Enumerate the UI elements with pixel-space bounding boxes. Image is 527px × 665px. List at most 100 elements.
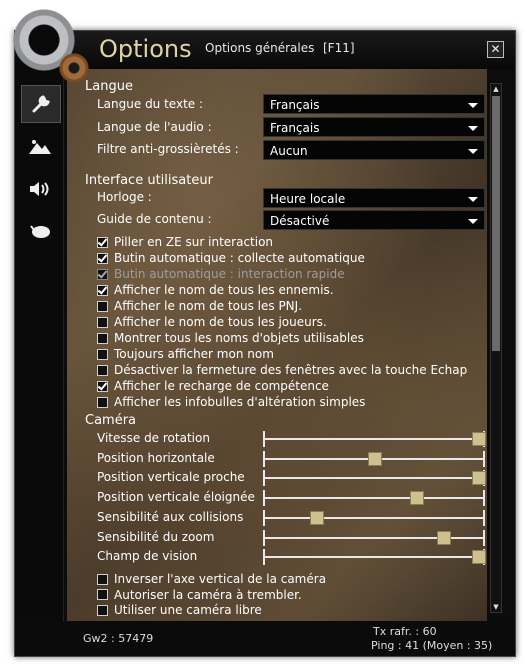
close-button[interactable]: ✕ (487, 41, 504, 58)
chevron-down-icon (468, 197, 478, 202)
checkbox-box[interactable] (97, 348, 108, 360)
sidebar (15, 69, 64, 656)
checkbox-box[interactable] (97, 284, 108, 296)
audio-language-dropdown[interactable]: Français (263, 117, 485, 137)
checkbox-label: Afficher le nom de tous les ennemis. (114, 283, 334, 297)
build-number: Gw2 : 57479 (83, 632, 154, 645)
checkbox-box[interactable] (97, 316, 108, 328)
slider-max-tick (483, 450, 485, 467)
chevron-down-icon (468, 149, 478, 154)
hotkey-label: [F11] (323, 41, 355, 55)
checkbox-label: Afficher le nom de tous les joueurs. (114, 315, 327, 329)
slider-label: Champ de vision (97, 549, 198, 564)
slider-label: Position verticale proche (97, 470, 245, 485)
interface-checkbox[interactable]: Butin automatique : collecte automatique (97, 251, 365, 265)
checkbox-box[interactable] (97, 332, 108, 344)
section-interface: Interface utilisateur (85, 173, 213, 188)
checkbox-label: Utiliser une caméra libre (114, 603, 262, 617)
tab-sound[interactable] (21, 171, 59, 207)
slider-track[interactable] (263, 549, 487, 566)
text-language-dropdown[interactable]: Français (263, 94, 485, 114)
slider-track[interactable] (263, 509, 485, 526)
fps-readout: Tx rafr. : 60 (373, 625, 437, 638)
checkbox-box[interactable] (97, 236, 108, 248)
slider-label: Sensibilité du zoom (97, 529, 215, 544)
audio-language-value: Français (270, 121, 320, 135)
text-language-label: Langue du texte : (97, 97, 204, 111)
mountain-icon (29, 140, 51, 154)
scrollbar[interactable]: ▲ ▼ (490, 83, 502, 613)
profanity-filter-dropdown[interactable]: Aucun (263, 140, 485, 160)
slider-thumb[interactable] (472, 550, 487, 565)
slider-thumb[interactable] (436, 530, 451, 545)
checkbox-box[interactable] (97, 252, 108, 264)
interface-checkbox[interactable]: Toujours afficher mon nom (97, 347, 274, 361)
interface-checkbox[interactable]: Afficher le nom de tous les PNJ. (97, 299, 302, 313)
text-language-value: Français (270, 98, 320, 112)
scroll-thumb[interactable] (492, 96, 500, 351)
slider-min-tick (263, 470, 265, 487)
window-title: Options (99, 35, 192, 63)
camera-checkbox[interactable]: Utiliser une caméra libre (97, 603, 262, 617)
options-window: Options Options générales [F11] ✕ Langue… (9, 5, 516, 657)
slider-label: Position horizontale (97, 450, 215, 465)
profanity-filter-value: Aucun (270, 144, 308, 158)
camera-checkbox[interactable]: Autoriser la caméra à trembler. (97, 588, 302, 602)
checkbox-box[interactable] (97, 364, 108, 376)
checkbox-box[interactable] (97, 573, 108, 585)
interface-checkbox[interactable]: Afficher le nom de tous les ennemis. (97, 283, 334, 297)
slider-thumb[interactable] (472, 471, 487, 486)
slider-track[interactable] (263, 490, 485, 507)
tab-graphics[interactable] (21, 129, 59, 165)
content-guide-dropdown[interactable]: Désactivé (263, 210, 485, 230)
interface-checkbox[interactable]: Piller en ZE sur interaction (97, 235, 273, 249)
interface-checkbox[interactable]: Montrer tous les noms d'objets utilisabl… (97, 331, 364, 345)
checkbox-label: Désactiver la fermeture des fenêtres ave… (114, 363, 468, 377)
chevron-down-icon (468, 103, 478, 108)
interface-checkbox[interactable]: Afficher le recharge de compétence (97, 379, 329, 393)
slider-min-tick (263, 490, 265, 507)
slider-label: Vitesse de rotation (97, 431, 210, 445)
tab-controls[interactable] (21, 213, 59, 249)
slider-min-tick (263, 450, 265, 467)
slider-min-tick (263, 509, 265, 526)
interface-checkbox: Butin automatique : interaction rapide (97, 267, 345, 281)
slider-thumb[interactable] (410, 491, 425, 506)
checkbox-label: Inverser l'axe vertical de la caméra (114, 572, 327, 586)
ping-readout: Ping : 41 (Moyen : 35) (371, 639, 493, 652)
checkbox-label: Butin automatique : interaction rapide (114, 267, 345, 281)
checkbox-box[interactable] (97, 300, 108, 312)
slider-track[interactable] (263, 529, 485, 546)
slider-min-tick (263, 529, 265, 546)
checkbox-box[interactable] (97, 380, 108, 392)
title-bar[interactable]: Options Options générales [F11] ✕ (15, 31, 515, 69)
checkbox-box[interactable] (97, 604, 108, 616)
checkbox-box[interactable] (97, 589, 108, 600)
interface-checkbox[interactable]: Afficher le nom de tous les joueurs. (97, 315, 327, 329)
camera-checkbox[interactable]: Inverser l'axe vertical de la caméra (97, 572, 326, 586)
slider-thumb[interactable] (310, 510, 325, 525)
checkbox-label: Afficher le recharge de compétence (114, 379, 329, 393)
footer: Gw2 : 57479 Tx rafr. : 60 Ping : 41 (Moy… (15, 621, 515, 656)
clock-value: Heure locale (270, 192, 346, 206)
checkbox-label: Butin automatique : collecte automatique (114, 251, 365, 265)
slider-max-tick (483, 509, 485, 526)
slider-track[interactable] (263, 450, 485, 467)
slider-thumb[interactable] (472, 432, 487, 446)
scroll-down-icon[interactable]: ▼ (491, 602, 501, 612)
slider-min-tick (263, 549, 265, 566)
clock-dropdown[interactable]: Heure locale (263, 188, 485, 208)
window-subtitle: Options générales (205, 41, 315, 55)
checkbox-box[interactable] (97, 396, 108, 408)
scroll-up-icon[interactable]: ▲ (491, 84, 501, 94)
checkbox-box[interactable] (97, 268, 108, 280)
tab-general[interactable] (21, 85, 61, 123)
slider-track[interactable] (263, 431, 487, 447)
slider-max-tick (483, 490, 485, 507)
slider-track[interactable] (263, 470, 487, 487)
content-guide-label: Guide de contenu : (97, 212, 212, 226)
section-langue: Langue (85, 79, 133, 94)
interface-checkbox[interactable]: Désactiver la fermeture des fenêtres ave… (97, 363, 467, 377)
slider-thumb[interactable] (368, 451, 382, 466)
interface-checkbox[interactable]: Afficher les infobulles d'altération sim… (97, 395, 365, 409)
